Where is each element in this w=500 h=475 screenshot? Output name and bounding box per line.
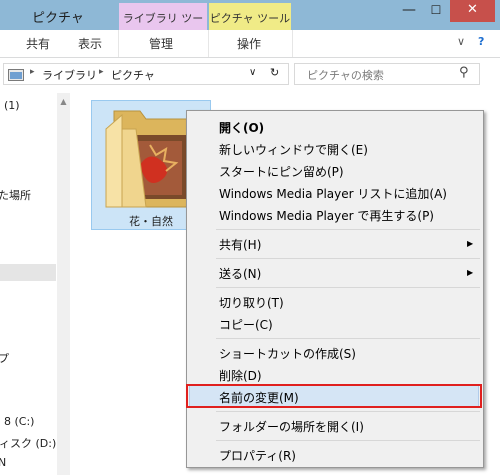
search-icon[interactable]: ⚲ xyxy=(459,65,469,80)
maximize-button[interactable]: ☐ xyxy=(423,0,449,22)
tab-library-tools[interactable]: ライブラリ ツール xyxy=(119,3,207,41)
window-title: ピクチャ xyxy=(32,11,84,26)
menu-separator xyxy=(216,287,480,288)
menu-share[interactable]: 共有(H) xyxy=(219,236,261,253)
title-bar: ピクチャ ライブラリ ツール ピクチャ ツール — ☐ ✕ xyxy=(0,0,500,41)
ribbon-expand-icon[interactable]: ∨ xyxy=(457,35,465,48)
menu-wmp-play[interactable]: Windows Media Player で再生する(P) xyxy=(219,207,434,224)
nav-item[interactable]: た場所 xyxy=(0,187,31,203)
menu-open[interactable]: 開く(O) xyxy=(219,119,264,136)
submenu-arrow-icon: ▶ xyxy=(467,268,474,277)
tab-picture-tools[interactable]: ピクチャ ツール xyxy=(209,3,291,30)
submenu-arrow-icon: ▶ xyxy=(467,239,474,248)
nav-item[interactable]: プ xyxy=(0,350,9,366)
divider xyxy=(292,30,293,57)
tab-operate[interactable]: 操作 xyxy=(237,35,261,52)
navigation-pane: (1) た場所 プ 8 (C:) ィスク (D:) N xyxy=(0,93,57,475)
breadcrumb-libraries[interactable]: ライブラリ xyxy=(42,67,97,83)
tab-manage[interactable]: 管理 xyxy=(149,35,173,52)
library-folder-icon xyxy=(8,69,24,81)
menu-delete[interactable]: 削除(D) xyxy=(219,367,262,384)
breadcrumb-separator-icon[interactable]: ▸ xyxy=(30,67,35,77)
nav-item[interactable]: (1) xyxy=(4,99,20,112)
nav-item-drive-c[interactable]: 8 (C:) xyxy=(4,415,34,428)
scroll-up-icon[interactable]: ▲ xyxy=(57,97,70,106)
address-bar[interactable]: ▸ ライブラリ ▸ ピクチャ ∨ ↻ xyxy=(3,63,289,85)
breadcrumb-separator-icon[interactable]: ▸ xyxy=(99,67,104,77)
menu-send-to[interactable]: 送る(N) xyxy=(219,265,261,282)
minimize-button[interactable]: — xyxy=(396,0,422,22)
address-row: ▸ ライブラリ ▸ ピクチャ ∨ ↻ ピクチャの検索 ⚲ xyxy=(0,58,500,93)
menu-copy[interactable]: コピー(C) xyxy=(219,316,273,333)
annotation-highlight-box xyxy=(186,384,482,408)
menu-wmp-add-to-list[interactable]: Windows Media Player リストに追加(A) xyxy=(219,185,447,202)
close-button[interactable]: ✕ xyxy=(450,0,495,22)
menu-cut[interactable]: 切り取り(T) xyxy=(219,294,284,311)
nav-selection xyxy=(0,264,56,281)
ribbon-tabs: 共有 表示 管理 操作 ∨ ? xyxy=(0,30,500,58)
menu-separator xyxy=(216,411,480,412)
divider xyxy=(118,30,119,57)
menu-separator xyxy=(216,440,480,441)
menu-properties[interactable]: プロパティ(R) xyxy=(219,447,296,464)
menu-create-shortcut[interactable]: ショートカットの作成(S) xyxy=(219,345,356,362)
search-box[interactable]: ピクチャの検索 ⚲ xyxy=(294,63,480,85)
menu-separator xyxy=(216,338,480,339)
address-dropdown-icon[interactable]: ∨ xyxy=(249,67,256,78)
menu-open-folder-location[interactable]: フォルダーの場所を開く(I) xyxy=(219,418,364,435)
search-placeholder[interactable]: ピクチャの検索 xyxy=(307,67,384,83)
context-menu: 開く(O) 新しいウィンドウで開く(E) スタートにピン留め(P) Window… xyxy=(186,110,484,468)
tab-view[interactable]: 表示 xyxy=(78,35,102,52)
menu-open-new-window[interactable]: 新しいウィンドウで開く(E) xyxy=(219,141,368,158)
tab-share[interactable]: 共有 xyxy=(26,35,50,52)
nav-item-drive-d[interactable]: ィスク (D:) xyxy=(0,435,56,451)
menu-pin-to-start[interactable]: スタートにピン留め(P) xyxy=(219,163,344,180)
menu-separator xyxy=(216,258,480,259)
menu-separator xyxy=(216,229,480,230)
nav-item[interactable]: N xyxy=(0,456,6,469)
divider xyxy=(208,30,209,57)
nav-scrollbar[interactable]: ▲ xyxy=(57,93,70,475)
help-icon[interactable]: ? xyxy=(478,35,484,48)
breadcrumb-pictures[interactable]: ピクチャ xyxy=(111,67,155,83)
refresh-icon[interactable]: ↻ xyxy=(270,66,279,79)
